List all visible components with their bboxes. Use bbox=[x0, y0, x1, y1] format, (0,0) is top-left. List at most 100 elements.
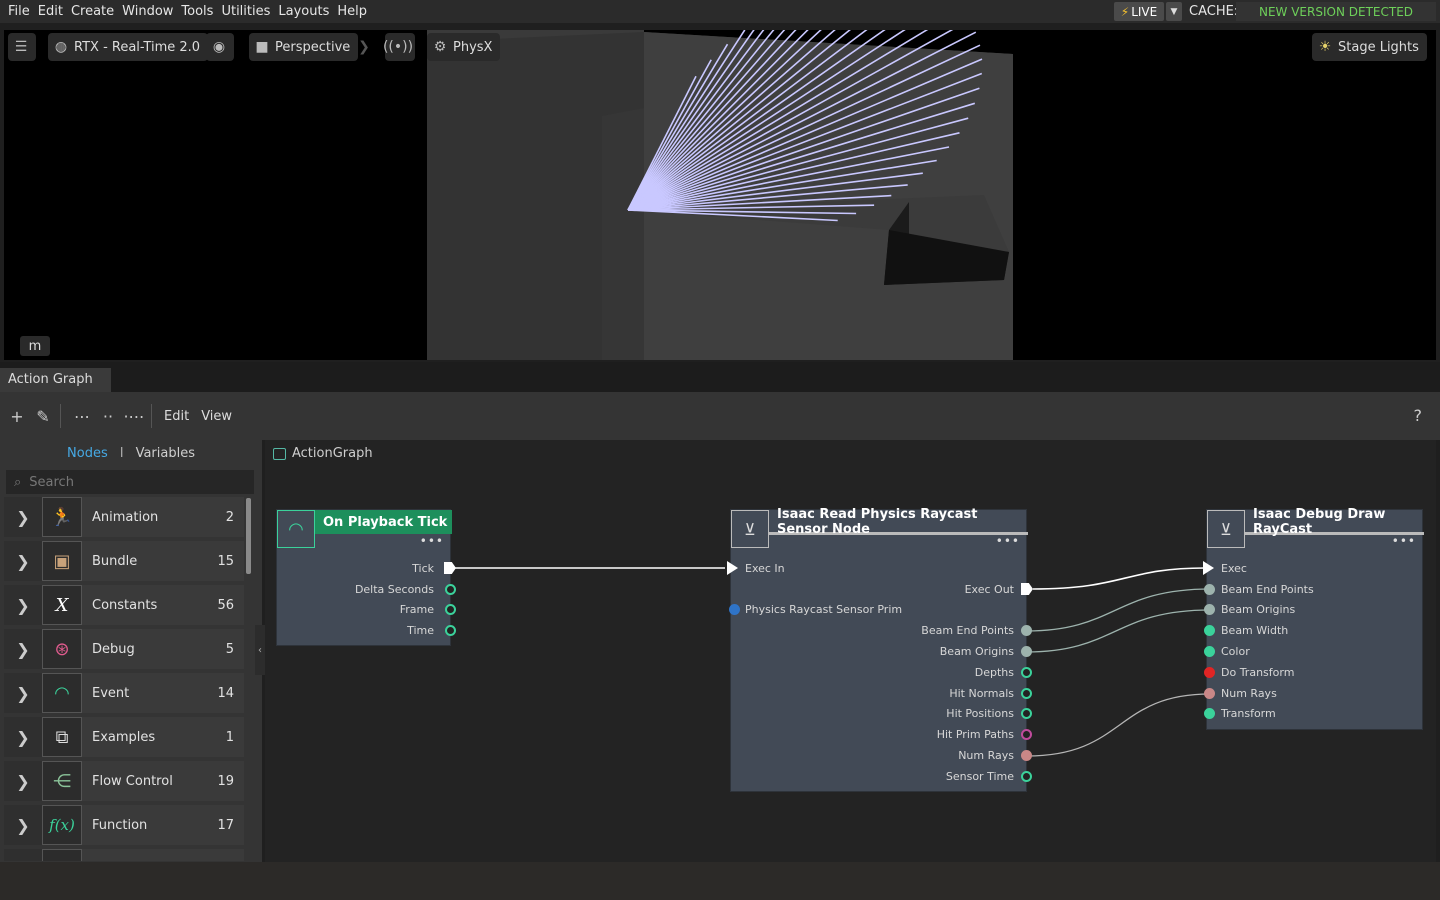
pencil-icon[interactable]: ✎ bbox=[32, 405, 54, 427]
viewport-mode-key[interactable]: m bbox=[20, 336, 50, 356]
graph-canvas[interactable]: ActionGraph ◠ On Playback Tick ••• Tick … bbox=[265, 440, 1436, 862]
input-pin[interactable] bbox=[1204, 708, 1215, 719]
exec-input-pin[interactable] bbox=[1203, 561, 1214, 575]
chevron-right-icon[interactable]: ❯ bbox=[4, 805, 42, 845]
input-pin[interactable] bbox=[1204, 625, 1215, 636]
output-pin[interactable] bbox=[1021, 729, 1032, 740]
input-pin[interactable] bbox=[1204, 646, 1215, 657]
viewport[interactable]: ☰ ◍ RTX - Real-Time 2.0 ◉ ■ Perspective … bbox=[4, 30, 1436, 360]
category-flow-control[interactable]: ❯ ⋲ Flow Control 19 bbox=[4, 761, 244, 801]
category-examples[interactable]: ❯ ⧉ Examples 1 bbox=[4, 717, 244, 757]
category-function[interactable]: ❯ f(x) Function 17 bbox=[4, 805, 244, 845]
menu-layouts[interactable]: Layouts bbox=[274, 0, 333, 23]
output-pin[interactable] bbox=[1021, 688, 1032, 699]
node-on-playback-tick[interactable]: ◠ On Playback Tick ••• Tick Delta Second… bbox=[276, 509, 452, 646]
graph-path: ActionGraph bbox=[292, 446, 373, 461]
chevron-right-icon[interactable]: ❯ bbox=[4, 497, 42, 537]
library-scrollbar[interactable] bbox=[246, 498, 251, 574]
node-library: Nodes I Variables ⌕ Search ❯ 🏃 Animation… bbox=[0, 440, 265, 862]
category-name: Constants bbox=[92, 597, 158, 613]
menu-edit[interactable]: Edit bbox=[34, 0, 67, 23]
category-partial[interactable]: ❯ bbox=[4, 849, 244, 861]
output-pin[interactable] bbox=[445, 625, 456, 636]
input-pin[interactable] bbox=[1204, 604, 1215, 615]
sensor-icon: ⊻ bbox=[1207, 510, 1245, 548]
exec-input-pin[interactable] bbox=[727, 561, 738, 575]
visibility-button[interactable]: ◉ bbox=[206, 33, 234, 61]
input-pin[interactable] bbox=[729, 604, 740, 615]
output-pin[interactable] bbox=[1021, 750, 1032, 761]
cache-label: CACHE: bbox=[1189, 4, 1239, 19]
tab-action-graph[interactable]: Action Graph bbox=[0, 368, 111, 392]
view-menu[interactable]: View bbox=[201, 409, 232, 424]
signal-icon: ◠ bbox=[42, 673, 82, 713]
chevron-right-icon[interactable]: ❯ bbox=[4, 629, 42, 669]
chevron-right-icon[interactable]: ❯ bbox=[4, 717, 42, 757]
output-pin[interactable] bbox=[445, 604, 456, 615]
sensor-icon: ⊻ bbox=[731, 510, 769, 548]
menu-tools[interactable]: Tools bbox=[177, 0, 217, 23]
plus-icon[interactable]: + bbox=[6, 405, 28, 427]
category-event[interactable]: ❯ ◠ Event 14 bbox=[4, 673, 244, 713]
output-pin[interactable] bbox=[1021, 646, 1032, 657]
cache-status[interactable]: NEW VERSION DETECTED bbox=[1236, 2, 1436, 21]
viewport-settings-button[interactable]: ☰ bbox=[8, 33, 36, 61]
library-search[interactable]: ⌕ Search bbox=[6, 470, 254, 494]
renderer-button[interactable]: ◍ RTX - Real-Time 2.0 bbox=[48, 33, 209, 61]
node-menu-icon[interactable]: ••• bbox=[1392, 534, 1416, 548]
camera-button[interactable]: ■ Perspective bbox=[249, 33, 359, 61]
layout-wide-icon[interactable]: ·⋯ bbox=[123, 405, 145, 427]
category-debug[interactable]: ❯ ⊛ Debug 5 bbox=[4, 629, 244, 669]
stage-lights-button[interactable]: ☀ Stage Lights bbox=[1312, 33, 1427, 61]
category-count: 2 bbox=[225, 509, 234, 525]
node-menu-icon[interactable]: ••• bbox=[996, 534, 1020, 548]
panel-splitter[interactable]: ‹ bbox=[255, 625, 265, 675]
category-name: Event bbox=[92, 685, 130, 701]
chevron-right-icon[interactable]: ❯ bbox=[4, 585, 42, 625]
menu-create[interactable]: Create bbox=[67, 0, 118, 23]
pin-label: Exec bbox=[1221, 562, 1247, 575]
input-pin[interactable] bbox=[1204, 667, 1215, 678]
output-pin[interactable] bbox=[445, 584, 456, 595]
menu-window[interactable]: Window bbox=[118, 0, 177, 23]
output-pin[interactable] bbox=[1021, 625, 1032, 636]
category-bundle[interactable]: ❯ ▣ Bundle 15 bbox=[4, 541, 244, 581]
node-read-raycast-sensor[interactable]: ⊻ Isaac Read Physics Raycast Sensor Node… bbox=[730, 507, 1028, 792]
pin-label: Num Rays bbox=[958, 749, 1014, 762]
edit-menu[interactable]: Edit bbox=[164, 409, 189, 424]
pin-label: Physics Raycast Sensor Prim bbox=[745, 603, 903, 616]
help-icon[interactable]: ? bbox=[1414, 406, 1423, 425]
category-name: Bundle bbox=[92, 553, 138, 569]
category-animation[interactable]: ❯ 🏃 Animation 2 bbox=[4, 497, 244, 537]
live-button[interactable]: ⚡ LIVE bbox=[1114, 2, 1164, 21]
chevron-right-icon[interactable]: ❯ bbox=[4, 761, 42, 801]
pin-label: Do Transform bbox=[1221, 666, 1295, 679]
category-count: 56 bbox=[217, 597, 234, 613]
menu-help[interactable]: Help bbox=[333, 0, 371, 23]
broadcast-button[interactable]: ((•)) bbox=[383, 33, 415, 61]
tab-variables[interactable]: Variables bbox=[136, 446, 195, 461]
tab-nodes[interactable]: Nodes bbox=[67, 446, 108, 461]
layout-compact-icon[interactable]: ⋯ bbox=[71, 405, 93, 427]
wire-num-rays bbox=[1026, 693, 1211, 757]
input-pin[interactable] bbox=[1204, 688, 1215, 699]
output-pin[interactable] bbox=[1021, 667, 1032, 678]
live-dropdown-button[interactable]: ▼ bbox=[1166, 2, 1182, 21]
node-menu-icon[interactable]: ••• bbox=[420, 534, 444, 548]
output-pin[interactable] bbox=[1021, 708, 1032, 719]
menu-file[interactable]: File bbox=[0, 0, 34, 23]
chevron-right-icon[interactable]: ❯ bbox=[4, 541, 42, 581]
physics-button[interactable]: ⚙ PhysX bbox=[427, 33, 501, 61]
menu-utilities[interactable]: Utilities bbox=[217, 0, 274, 23]
category-constants[interactable]: ❯ X Constants 56 bbox=[4, 585, 244, 625]
chevron-right-icon[interactable]: ❯ bbox=[4, 673, 42, 713]
pin-label: Hit Normals bbox=[949, 687, 1014, 700]
node-debug-draw-raycast[interactable]: ⊻ Isaac Debug Draw RayCast ••• Exec Beam… bbox=[1206, 507, 1424, 730]
layout-medium-icon[interactable]: ·· bbox=[97, 405, 119, 427]
toolbar-divider bbox=[60, 404, 61, 428]
chevron-right-icon[interactable]: ❯ bbox=[4, 849, 42, 861]
variable-x-icon: X bbox=[42, 585, 82, 625]
input-pin[interactable] bbox=[1204, 584, 1215, 595]
output-pin[interactable] bbox=[1021, 771, 1032, 782]
lightning-icon: ⚡ bbox=[1120, 4, 1130, 19]
